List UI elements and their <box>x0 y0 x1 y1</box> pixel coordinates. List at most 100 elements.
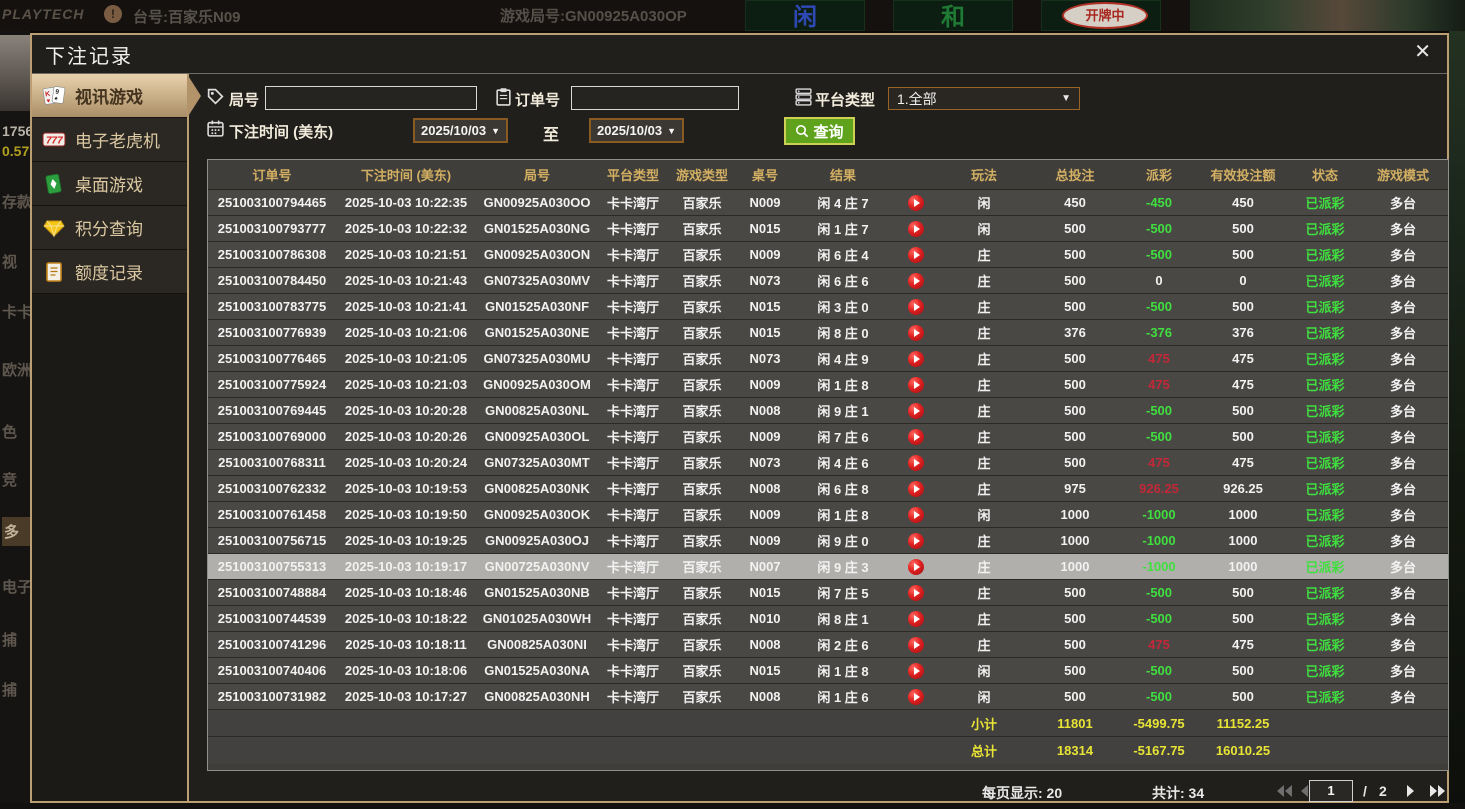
sidebar-item-slots[interactable]: 777 电子老虎机 <box>32 118 187 162</box>
total-bet-cell: 500 <box>1028 455 1122 470</box>
table-row[interactable]: 251003100786308 2025-10-03 10:21:51 GN00… <box>208 242 1448 268</box>
game-type-cell: 百家乐 <box>668 687 736 706</box>
replay-play-icon[interactable] <box>892 454 940 471</box>
status-cell: 已派彩 <box>1290 609 1360 628</box>
replay-play-icon[interactable] <box>892 506 940 523</box>
table-row[interactable]: 251003100748884 2025-10-03 10:18:46 GN01… <box>208 580 1448 606</box>
table-no-cell: N009 <box>736 507 794 522</box>
replay-play-icon[interactable] <box>892 194 940 211</box>
order-id-cell: 251003100741296 <box>208 637 336 652</box>
date-to-picker[interactable]: 2025/10/03 ▼ <box>589 118 684 143</box>
table-no-cell: N073 <box>736 455 794 470</box>
screen: PLAYTECH ! 台号:百家乐N09 游戏局号:GN00925A030OP … <box>0 0 1465 809</box>
valid-bet-cell: 1000 <box>1196 533 1290 548</box>
close-icon[interactable]: ✕ <box>1414 41 1431 63</box>
replay-play-icon[interactable] <box>892 636 940 653</box>
play-type-cell: 庄 <box>940 401 1028 420</box>
sidebar-item-table-games[interactable]: 桌面游戏 <box>32 162 187 206</box>
replay-play-icon[interactable] <box>892 402 940 419</box>
payout-cell: 475 <box>1122 377 1196 392</box>
table-row[interactable]: 251003100794465 2025-10-03 10:22:35 GN00… <box>208 190 1448 216</box>
table-row[interactable]: 251003100784450 2025-10-03 10:21:43 GN07… <box>208 268 1448 294</box>
platform-list-icon <box>794 87 813 106</box>
platform-select[interactable]: 1.全部 ▼ <box>888 87 1080 110</box>
table-body: 251003100794465 2025-10-03 10:22:35 GN00… <box>208 190 1448 710</box>
bet-time-cell: 2025-10-03 10:18:11 <box>336 637 476 652</box>
replay-play-icon[interactable] <box>892 662 940 679</box>
replay-play-icon[interactable] <box>892 558 940 575</box>
replay-play-icon[interactable] <box>892 428 940 445</box>
table-row[interactable]: 251003100768311 2025-10-03 10:20:24 GN07… <box>208 450 1448 476</box>
bg-round-label: 游戏局号:GN00925A030OP <box>500 5 687 26</box>
table-row[interactable]: 251003100775924 2025-10-03 10:21:03 GN00… <box>208 372 1448 398</box>
sidebar-item-points[interactable]: 积分查询 <box>32 206 187 250</box>
table-row[interactable]: 251003100761458 2025-10-03 10:19:50 GN00… <box>208 502 1448 528</box>
bet-time-cell: 2025-10-03 10:21:03 <box>336 377 476 392</box>
table-no-cell: N008 <box>736 637 794 652</box>
replay-play-icon[interactable] <box>892 584 940 601</box>
table-row[interactable]: 251003100793777 2025-10-03 10:22:32 GN01… <box>208 216 1448 242</box>
table-row[interactable]: 251003100744539 2025-10-03 10:18:22 GN01… <box>208 606 1448 632</box>
status-cell: 已派彩 <box>1290 531 1360 550</box>
status-cell: 已派彩 <box>1290 297 1360 316</box>
total-bet-cell: 500 <box>1028 637 1122 652</box>
table-row[interactable]: 251003100756715 2025-10-03 10:19:25 GN00… <box>208 528 1448 554</box>
table-row[interactable]: 251003100762332 2025-10-03 10:19:53 GN00… <box>208 476 1448 502</box>
table-row[interactable]: 251003100741296 2025-10-03 10:18:11 GN00… <box>208 632 1448 658</box>
game-mode-cell: 多台 <box>1360 453 1446 472</box>
date-from-picker[interactable]: 2025/10/03 ▼ <box>413 118 508 143</box>
play-type-cell: 庄 <box>940 427 1028 446</box>
round-id-cell: GN01025A030WH <box>476 611 598 626</box>
round-id-cell: GN00925A030ON <box>476 247 598 262</box>
result-cell: 闲 8 庄 1 <box>794 609 892 628</box>
replay-play-icon[interactable] <box>892 688 940 705</box>
current-page-input[interactable]: 1 <box>1309 780 1353 802</box>
platform-cell: 卡卡湾厅 <box>598 219 668 238</box>
bet-time-cell: 2025-10-03 10:19:25 <box>336 533 476 548</box>
valid-bet-cell: 450 <box>1196 195 1290 210</box>
replay-play-icon[interactable] <box>892 376 940 393</box>
replay-play-icon[interactable] <box>892 298 940 315</box>
sidebar-item-quota-records[interactable]: 额度记录 <box>32 250 187 294</box>
valid-bet-cell: 500 <box>1196 429 1290 444</box>
replay-play-icon[interactable] <box>892 610 940 627</box>
col-header-time: 下注时间 (美东) <box>336 165 476 184</box>
round-filter-input[interactable] <box>265 86 477 110</box>
search-button[interactable]: 查询 <box>784 117 855 145</box>
table-row[interactable]: 251003100755313 2025-10-03 10:19:17 GN00… <box>208 554 1448 580</box>
next-page-icon[interactable] <box>1405 784 1417 798</box>
last-page-icon[interactable] <box>1429 784 1447 798</box>
playtech-logo: PLAYTECH <box>2 6 84 22</box>
replay-play-icon[interactable] <box>892 532 940 549</box>
payout-cell: 475 <box>1122 637 1196 652</box>
order-id-cell: 251003100783775 <box>208 299 336 314</box>
table-row[interactable]: 251003100783775 2025-10-03 10:21:41 GN01… <box>208 294 1448 320</box>
table-row[interactable]: 251003100769445 2025-10-03 10:20:28 GN00… <box>208 398 1448 424</box>
replay-play-icon[interactable] <box>892 350 940 367</box>
replay-play-icon[interactable] <box>892 480 940 497</box>
replay-play-icon[interactable] <box>892 324 940 341</box>
table-row[interactable]: 251003100731982 2025-10-03 10:17:27 GN00… <box>208 684 1448 710</box>
first-page-icon[interactable] <box>1275 784 1293 798</box>
total-valid: 16010.25 <box>1196 743 1290 758</box>
play-type-cell: 闲 <box>940 661 1028 680</box>
table-row[interactable]: 251003100776465 2025-10-03 10:21:05 GN07… <box>208 346 1448 372</box>
col-header-game: 游戏类型 <box>668 165 736 184</box>
replay-play-icon[interactable] <box>892 246 940 263</box>
valid-bet-cell: 926.25 <box>1196 481 1290 496</box>
game-type-cell: 百家乐 <box>668 401 736 420</box>
play-type-cell: 庄 <box>940 453 1028 472</box>
replay-play-icon[interactable] <box>892 272 940 289</box>
order-filter-input[interactable] <box>571 86 739 110</box>
table-row[interactable]: 251003100740406 2025-10-03 10:18:06 GN01… <box>208 658 1448 684</box>
playing-cards-icon: K♥9♠ <box>42 85 66 107</box>
order-id-cell: 251003100769000 <box>208 429 336 444</box>
sidebar-item-live-games[interactable]: K♥9♠ 视讯游戏 <box>32 74 187 118</box>
table-no-cell: N008 <box>736 403 794 418</box>
table-row[interactable]: 251003100776939 2025-10-03 10:21:06 GN01… <box>208 320 1448 346</box>
table-row[interactable]: 251003100769000 2025-10-03 10:20:26 GN00… <box>208 424 1448 450</box>
result-cell: 闲 6 庄 8 <box>794 479 892 498</box>
payout-cell: -500 <box>1122 429 1196 444</box>
replay-play-icon[interactable] <box>892 220 940 237</box>
game-type-cell: 百家乐 <box>668 193 736 212</box>
